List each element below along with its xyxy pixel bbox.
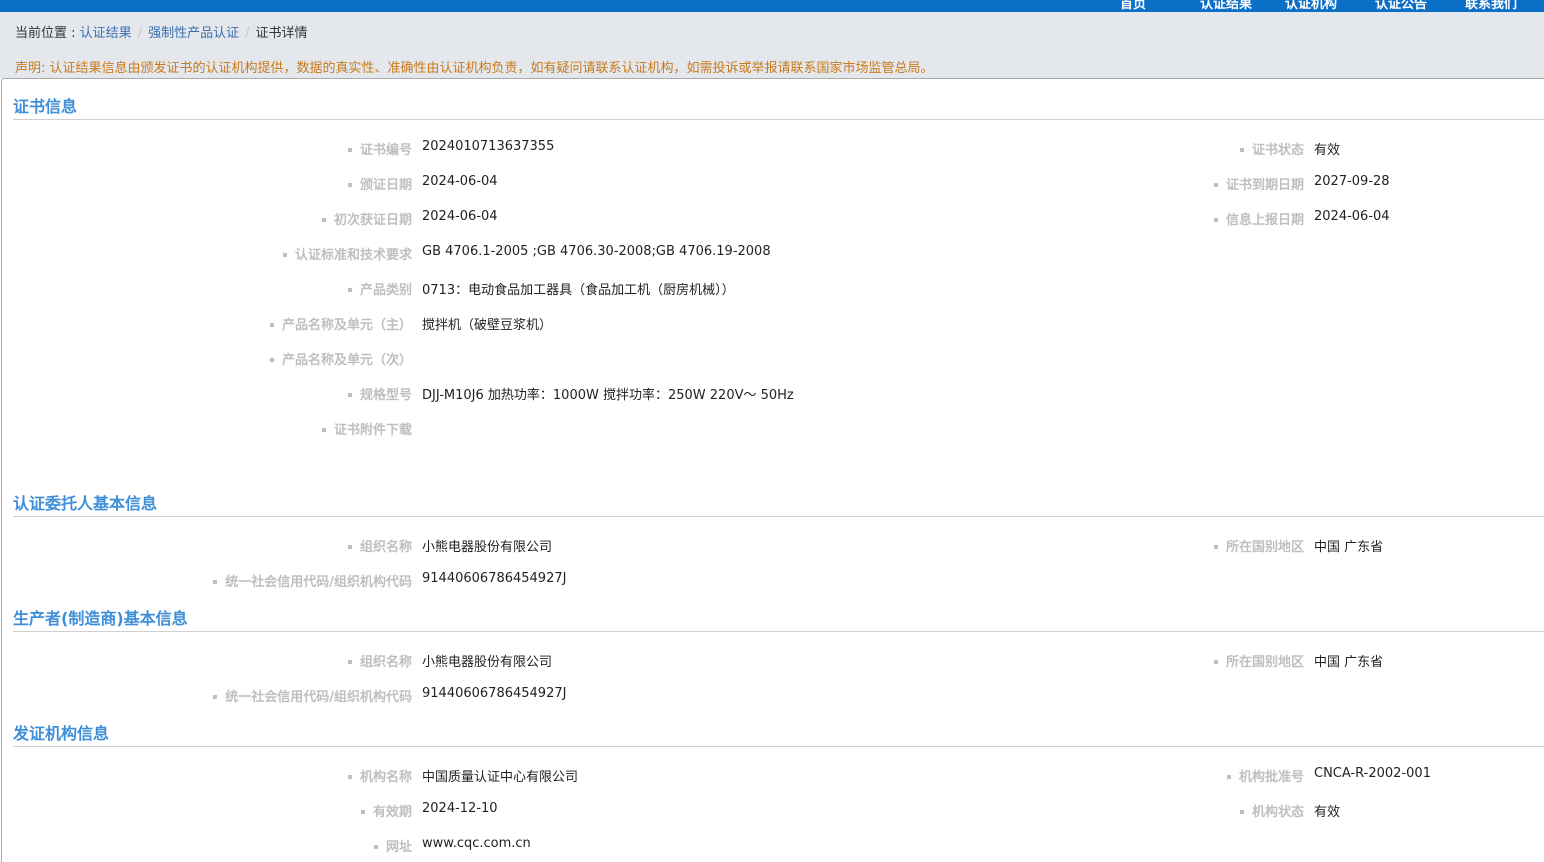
client-code-value: 91440606786454927J: [422, 571, 567, 586]
top-nav-bar: 首页 认证结果 认证机构 认证公告 联系我们: [0, 0, 1544, 12]
category-value: 0713：电动食品加工器具（食品加工机（厨房机械））: [422, 283, 735, 298]
expire-date-label: 证书到期日期: [1214, 174, 1304, 193]
nav-home[interactable]: 首页: [1120, 0, 1146, 12]
section-title-client: 认证委托人基本信息: [13, 494, 158, 513]
field-label: 机构批准号: [2, 766, 1304, 785]
product-main-value: 搅拌机（破壁豆浆机）: [422, 318, 553, 333]
field-label: 产品类别: [2, 279, 412, 298]
nav-contact[interactable]: 联系我们: [1465, 0, 1517, 12]
header-area: 当前位置 : 认证结果 / 强制性产品认证 / 证书详情 声明: 认证结果信息由颁发证书…: [0, 12, 1544, 78]
standard-label: 认证标准和技术要求: [283, 244, 412, 263]
disclaimer-notice: 声明: 认证结果信息由颁发证书的认证机构提供，数据的真实性、准确性由认证机构负责…: [15, 61, 934, 76]
issuer-state-value: 有效: [1314, 805, 1341, 820]
section-divider: [13, 631, 1544, 632]
maker-region-value: 中国 广东省: [1314, 655, 1384, 670]
section-divider: [13, 119, 1544, 120]
section-divider: [13, 516, 1544, 517]
expire-date-value: 2027-09-28: [1314, 174, 1390, 189]
maker-code-value: 91440606786454927J: [422, 686, 567, 701]
breadcrumb-ccc-link[interactable]: 强制性产品认证: [148, 26, 239, 41]
section-title-maker: 生产者(制造商)基本信息: [13, 609, 188, 628]
issuer-url-label: 网址: [374, 836, 412, 855]
maker-region-label: 所在国别地区: [1214, 651, 1304, 670]
standard-value: GB 4706.1-2005 ;GB 4706.30-2008;GB 4706.…: [422, 244, 771, 259]
breadcrumb-results-link[interactable]: 认证结果: [80, 26, 132, 41]
field-label: 机构状态: [2, 801, 1304, 820]
product-sub-label: 产品名称及单元（次）: [270, 349, 412, 368]
breadcrumb-separator: /: [245, 26, 250, 41]
section-title-issuer: 发证机构信息: [13, 724, 110, 743]
nav-agencies[interactable]: 认证机构: [1285, 0, 1337, 12]
field-label: 所在国别地区: [2, 651, 1304, 670]
issuer-url-value[interactable]: www.cqc.com.cn: [422, 836, 531, 851]
breadcrumb-separator: /: [137, 26, 143, 41]
client-code-label: 统一社会信用代码/组织机构代码: [213, 571, 412, 590]
field-label: 所在国别地区: [2, 536, 1304, 555]
attachment-download-label: 证书附件下载: [322, 419, 412, 438]
nav-announcements[interactable]: 认证公告: [1375, 0, 1427, 12]
field-label: 证书到期日期: [2, 174, 1304, 193]
field-label: 认证标准和技术要求: [2, 244, 412, 263]
field-label: 统一社会信用代码/组织机构代码: [2, 571, 412, 590]
cert-status-value: 有效: [1314, 143, 1341, 158]
issuer-state-label: 机构状态: [1240, 801, 1304, 820]
field-label: 产品名称及单元（主）: [2, 314, 412, 333]
section-title-cert: 证书信息: [13, 97, 78, 116]
issuer-approval-label: 机构批准号: [1227, 766, 1304, 785]
client-region-value: 中国 广东省: [1314, 540, 1384, 555]
section-divider: [13, 746, 1544, 747]
category-label: 产品类别: [348, 279, 412, 298]
report-date-label: 信息上报日期: [1214, 209, 1304, 228]
product-main-label: 产品名称及单元（主）: [270, 314, 412, 333]
client-region-label: 所在国别地区: [1214, 536, 1304, 555]
field-label: 证书附件下载: [2, 419, 412, 438]
field-label: 规格型号: [2, 384, 412, 403]
model-label: 规格型号: [348, 384, 412, 403]
breadcrumb-current: 证书详情: [255, 26, 308, 41]
breadcrumb: 当前位置 : 认证结果 / 强制性产品认证 / 证书详情: [15, 22, 307, 41]
field-label: 网址: [2, 836, 412, 855]
field-label: 信息上报日期: [2, 209, 1304, 228]
maker-code-label: 统一社会信用代码/组织机构代码: [213, 686, 412, 705]
issuer-approval-value: CNCA-R-2002-001: [1314, 766, 1431, 781]
model-value: DJJ-M10J6 加热功率：1000W 搅拌功率：250W 220V～ 50H…: [422, 388, 794, 403]
cert-status-label: 证书状态: [1240, 139, 1304, 158]
nav-results[interactable]: 认证结果: [1200, 0, 1252, 12]
field-label: 产品名称及单元（次）: [2, 349, 412, 368]
report-date-value: 2024-06-04: [1314, 209, 1390, 224]
field-label: 证书状态: [2, 139, 1304, 158]
field-label: 统一社会信用代码/组织机构代码: [2, 686, 412, 705]
breadcrumb-prefix: 当前位置 :: [15, 26, 80, 41]
detail-panel: 证书信息 证书编号 2024010713637355 证书状态 有效 颁证日期 …: [1, 78, 1544, 862]
